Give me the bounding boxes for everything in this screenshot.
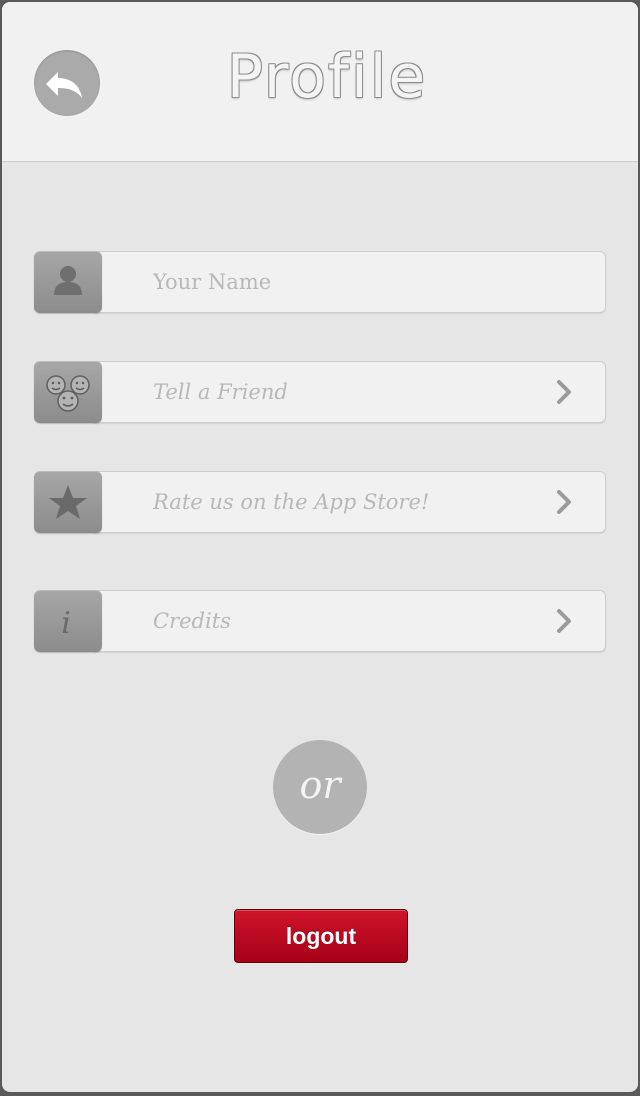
- friends-icon-tile: [34, 361, 102, 423]
- chevron-right-icon: [557, 380, 571, 404]
- logout-button[interactable]: logout: [234, 909, 408, 963]
- chevron-right-icon: [557, 490, 571, 514]
- person-icon-tile: [34, 251, 102, 313]
- profile-screen: Profile Your Name Tell a Friend Rate us …: [2, 2, 638, 1092]
- or-separator: or: [273, 740, 367, 834]
- tell-friend-row[interactable]: Tell a Friend: [34, 361, 606, 423]
- credits-row[interactable]: i Credits: [34, 590, 606, 652]
- person-icon: [54, 266, 82, 295]
- header: Profile: [2, 2, 638, 162]
- rate-row[interactable]: Rate us on the App Store!: [34, 471, 606, 533]
- star-icon: [49, 485, 87, 519]
- info-icon: i: [61, 606, 71, 641]
- friends-icon: [46, 375, 90, 412]
- name-input[interactable]: [153, 251, 573, 313]
- name-row[interactable]: [34, 251, 606, 313]
- svg-text:i: i: [61, 606, 71, 641]
- page-title: Profile: [226, 42, 428, 112]
- tell-friend-label: Tell a Friend: [153, 380, 288, 404]
- or-separator-text: or: [299, 763, 341, 807]
- chevron-right-icon: [557, 609, 571, 633]
- info-icon-tile: i: [34, 590, 102, 652]
- rate-label: Rate us on the App Store!: [153, 490, 430, 514]
- credits-label: Credits: [153, 609, 231, 633]
- star-icon-tile: [34, 471, 102, 533]
